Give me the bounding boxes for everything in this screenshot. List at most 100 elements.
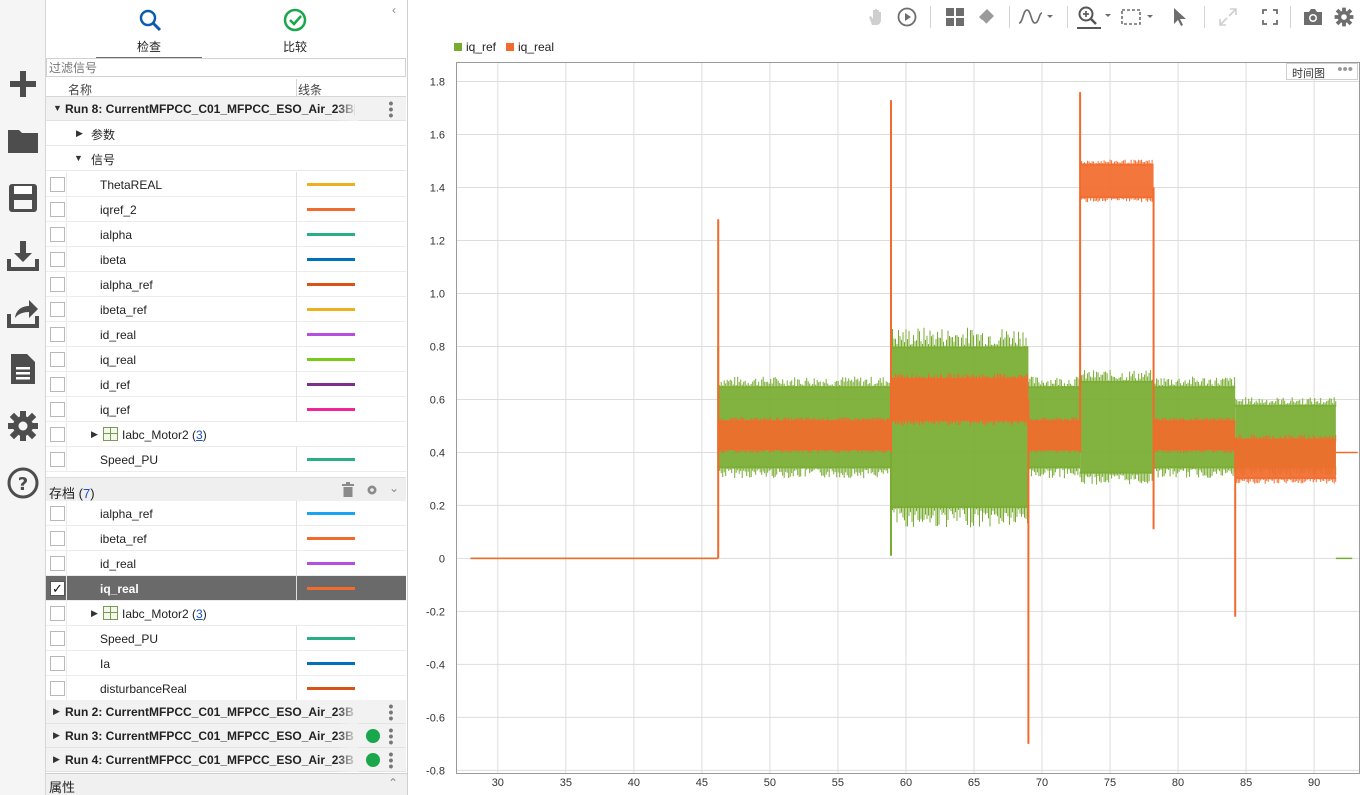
signal-checkbox[interactable]: ✓ — [50, 581, 65, 596]
save-icon[interactable] — [5, 180, 41, 216]
signal-row[interactable]: disturbanceReal — [46, 676, 406, 701]
collapse-panel-icon[interactable]: ‹ — [392, 3, 396, 17]
signal-row-selected[interactable]: ✓ iq_real — [46, 576, 406, 601]
signal-checkbox[interactable] — [50, 177, 65, 192]
signal-checkbox[interactable] — [50, 606, 65, 621]
fullscreen-icon[interactable] — [1258, 5, 1282, 29]
signal-checkbox[interactable] — [50, 656, 65, 671]
folder-icon[interactable] — [5, 122, 41, 158]
signal-checkbox[interactable] — [50, 277, 65, 292]
signal-row[interactable]: iq_ref — [46, 397, 406, 422]
properties-header[interactable]: 属性 ⌃ — [46, 773, 407, 795]
expand-triangle-icon[interactable]: ▶ — [91, 608, 98, 619]
filter-signals-input[interactable] — [46, 58, 406, 77]
signal-line-swatch[interactable] — [307, 662, 355, 665]
archive-header[interactable]: 存档 (7) ⌄ — [46, 477, 406, 501]
signal-row[interactable]: iqref_2 — [46, 197, 406, 222]
signal-checkbox[interactable] — [50, 531, 65, 546]
iabc-motor2-archive-row[interactable]: ▶ Iabc_Motor2 (3) — [46, 601, 406, 626]
run-menu-icon[interactable]: • • • — [385, 96, 397, 122]
signal-line-swatch[interactable] — [307, 637, 355, 640]
signal-line-swatch[interactable] — [307, 512, 355, 515]
signal-row[interactable]: ibeta_ref — [46, 526, 406, 551]
plus-icon[interactable] — [5, 66, 41, 102]
signal-checkbox[interactable] — [50, 252, 65, 267]
signal-row[interactable]: ThetaREAL — [46, 172, 406, 197]
time-plot[interactable]: 30 35 40 45 50 55 60 65 70 75 80 85 90 -0.8 -0.6 -0.4 -0… — [408, 60, 1364, 795]
signal-row[interactable]: ibeta_ref — [46, 297, 406, 322]
trash-icon[interactable] — [342, 482, 354, 497]
signal-line-swatch[interactable] — [307, 208, 355, 211]
expand-icon[interactable] — [1216, 5, 1240, 29]
signals-group[interactable]: ▼ 信号 — [46, 146, 406, 171]
signal-row[interactable]: ialpha_ref — [46, 501, 406, 526]
signal-row[interactable]: Speed_PU — [46, 626, 406, 651]
signal-row[interactable]: id_real — [46, 551, 406, 576]
signal-count-link[interactable]: 3 — [196, 428, 203, 442]
signal-line-swatch[interactable] — [307, 458, 355, 461]
params-group[interactable]: ▶ 参数 — [46, 121, 406, 146]
signal-checkbox[interactable] — [50, 227, 65, 242]
signal-count-link[interactable]: 3 — [196, 607, 203, 621]
zoom-icon[interactable] — [1076, 5, 1116, 29]
signal-row[interactable]: ialpha_ref — [46, 272, 406, 297]
settings-icon[interactable] — [5, 408, 41, 444]
signal-checkbox[interactable] — [50, 631, 65, 646]
signal-line-swatch[interactable] — [307, 537, 355, 540]
run-menu-icon[interactable]: • • • — [385, 723, 397, 749]
run-menu-icon[interactable]: • • • — [385, 699, 397, 725]
signal-line-swatch[interactable] — [307, 687, 355, 690]
chevron-up-icon[interactable]: ⌃ — [388, 776, 398, 790]
play-icon[interactable] — [895, 5, 919, 29]
signal-row[interactable]: ibeta — [46, 247, 406, 272]
collapse-triangle-icon[interactable]: ▼ — [74, 153, 83, 163]
signal-line-swatch[interactable] — [307, 587, 355, 590]
time-plot-badge[interactable]: 时间图 ••• — [1286, 61, 1358, 80]
iabc-motor2-row[interactable]: ▶ Iabc_Motor2 (3) — [46, 422, 406, 447]
pan-hand-icon[interactable] — [864, 5, 888, 29]
collapse-triangle-icon[interactable]: ▼ — [53, 103, 62, 113]
signal-checkbox[interactable] — [50, 681, 65, 696]
expand-triangle-icon[interactable]: ▶ — [53, 706, 60, 717]
expand-triangle-icon[interactable]: ▶ — [91, 429, 98, 440]
signal-line-swatch[interactable] — [307, 233, 355, 236]
gear-icon[interactable] — [1332, 5, 1356, 29]
signal-row[interactable]: iq_real — [46, 347, 406, 372]
more-options-icon[interactable]: ••• — [1337, 61, 1353, 78]
signal-checkbox[interactable] — [50, 302, 65, 317]
run-menu-icon[interactable]: • • • — [385, 747, 397, 773]
zoom-box-icon[interactable] — [1120, 5, 1160, 29]
legend-item-iq-real[interactable]: iq_real — [506, 40, 554, 54]
signal-row[interactable]: id_real — [46, 322, 406, 347]
signal-line-swatch[interactable] — [307, 562, 355, 565]
share-icon[interactable] — [5, 294, 41, 330]
signal-row[interactable]: Ia — [46, 651, 406, 676]
signal-checkbox[interactable] — [50, 352, 65, 367]
signal-row[interactable]: ialpha — [46, 222, 406, 247]
column-name-header[interactable]: 名称 — [68, 81, 92, 98]
cursor-icon[interactable] — [1168, 5, 1192, 29]
signal-checkbox[interactable] — [50, 377, 65, 392]
signal-line-swatch[interactable] — [307, 408, 355, 411]
signal-line-swatch[interactable] — [307, 183, 355, 186]
expand-triangle-icon[interactable]: ▶ — [76, 128, 83, 139]
signal-line-swatch[interactable] — [307, 283, 355, 286]
signal-line-swatch[interactable] — [307, 333, 355, 336]
signal-checkbox[interactable] — [50, 202, 65, 217]
signal-checkbox[interactable] — [50, 506, 65, 521]
layout-grid-icon[interactable] — [943, 5, 967, 29]
chevron-down-icon[interactable]: ⌄ — [389, 481, 399, 495]
download-icon[interactable] — [5, 237, 41, 273]
column-line-header[interactable]: 线条 — [298, 81, 322, 98]
expand-triangle-icon[interactable]: ▶ — [53, 730, 60, 741]
signal-checkbox[interactable] — [50, 452, 65, 467]
camera-icon[interactable] — [1301, 5, 1325, 29]
signal-checkbox[interactable] — [50, 402, 65, 417]
signal-checkbox[interactable] — [50, 327, 65, 342]
run-8-row[interactable]: ▼ Run 8: CurrentMFPCC_C01_MFPCC_ESO_Air_… — [46, 96, 406, 122]
expand-triangle-icon[interactable]: ▶ — [53, 754, 60, 765]
run-row[interactable]: ▶ Run 4: CurrentMFPCC_C01_MFPCC_ESO_Air_2… — [46, 747, 406, 773]
speed-pu-row[interactable]: Speed_PU — [46, 447, 406, 472]
tab-inspect[interactable]: 检查 — [94, 4, 204, 60]
signal-checkbox[interactable] — [50, 427, 65, 442]
